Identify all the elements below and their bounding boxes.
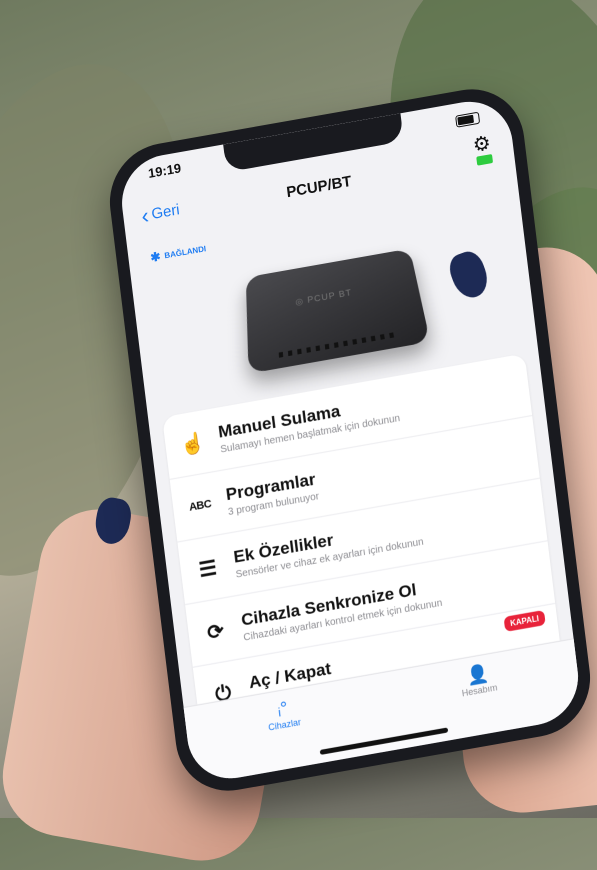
tab-label: Cihazlar <box>267 716 302 733</box>
page-title: PCUP/BT <box>285 172 353 202</box>
device-vents <box>278 331 398 358</box>
sliders-icon: ☰ <box>197 556 219 582</box>
bluetooth-icon: ✱ <box>149 249 162 265</box>
connection-label: BAĞLANDI <box>163 243 207 260</box>
phone-screen: 19:19 ‹ Geri PCUP/BT ⚙ ✱ BAĞLANDI ◎ PCUP… <box>116 94 584 786</box>
connection-status: ✱ BAĞLANDI <box>150 241 207 265</box>
phone: 19:19 ‹ Geri PCUP/BT ⚙ ✱ BAĞLANDI ◎ PCUP… <box>103 80 597 800</box>
battery-icon <box>455 111 481 128</box>
device-icon: ᵢ° <box>276 697 289 720</box>
device-image: ◎ PCUP BT <box>245 248 431 374</box>
status-badge: KAPALI <box>503 609 546 632</box>
tap-hand-icon: ☝ <box>178 430 207 458</box>
device-logo: ◎ PCUP BT <box>294 287 353 307</box>
status-time: 19:19 <box>147 160 182 181</box>
abc-icon: ABC <box>188 498 212 514</box>
sync-icon: ⟳ <box>205 619 226 645</box>
tab-account[interactable]: 👤 Hesabım <box>459 661 503 737</box>
tab-devices[interactable]: ᵢ° Cihazlar <box>265 696 306 771</box>
